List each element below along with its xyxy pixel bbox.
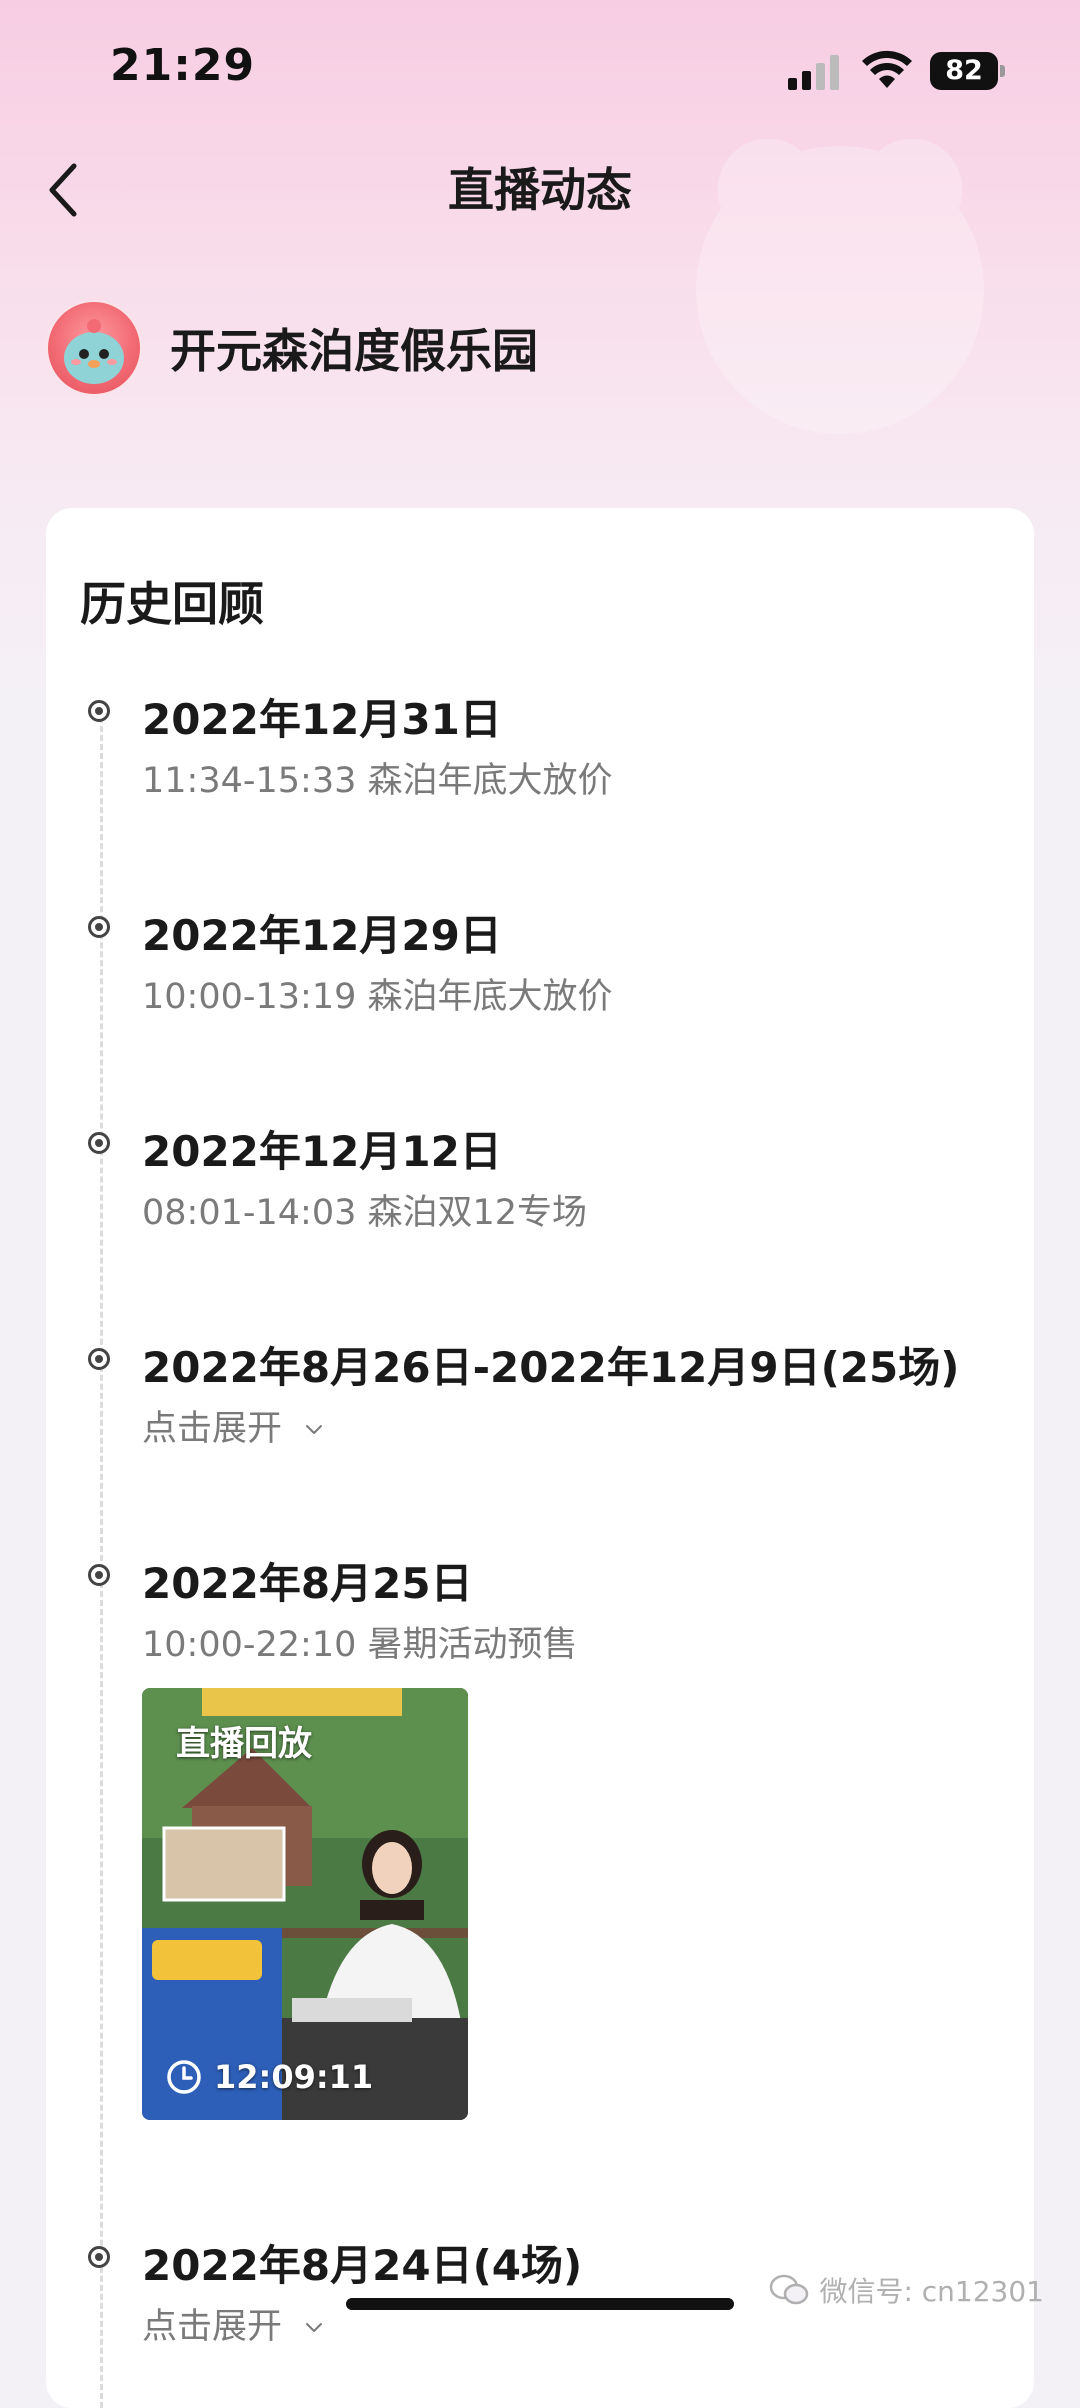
chevron-down-icon <box>306 1425 323 1434</box>
home-indicator[interactable] <box>346 2298 734 2310</box>
timeline-detail: 08:01-14:03 森泊双12专场 <box>142 1193 588 1233</box>
expand-toggle[interactable]: 点击展开 <box>142 1400 323 1451</box>
back-icon[interactable] <box>40 160 88 220</box>
battery-cap <box>1000 65 1005 77</box>
mascot-avatar-icon <box>64 319 124 384</box>
wechat-watermark: 微信号: cn12301 <box>769 2270 1044 2310</box>
history-card: 历史回顾 2022年12月31日 11:34-15:33 森泊年底大放价 202… <box>46 508 1034 2408</box>
expand-toggle[interactable]: 点击展开 <box>142 2298 323 2349</box>
timeline-line <box>100 708 103 2408</box>
status-time: 21:29 <box>110 40 256 91</box>
battery-level: 82 <box>930 52 998 90</box>
timeline-date: 2022年8月24日(4场) <box>142 2241 583 2290</box>
account-header[interactable]: 开元森泊度假乐园 <box>46 300 538 396</box>
timeline-date: 2022年8月26日-2022年12月9日(25场) <box>142 1343 960 1392</box>
chevron-down-icon <box>306 2323 323 2332</box>
clock-icon <box>167 2060 201 2094</box>
timeline-date: 2022年12月29日 <box>142 911 502 960</box>
replay-duration-text: 12:09:11 <box>214 2058 374 2096</box>
expand-label: 点击展开 <box>142 1409 283 1449</box>
wechat-icon <box>770 2274 809 2305</box>
watermark-text: 微信号: cn12301 <box>819 2275 1044 2308</box>
timeline-dot-icon <box>88 1564 110 1586</box>
avatar <box>46 300 142 396</box>
timeline-date: 2022年8月25日 <box>142 1559 473 1608</box>
replay-duration: 12:09:11 <box>166 2058 373 2096</box>
section-title: 历史回顾 <box>80 577 264 631</box>
replay-video-thumbnail[interactable]: 直播回放 12:09:11 <box>142 1688 468 2120</box>
expand-label: 点击展开 <box>142 2307 283 2347</box>
timeline-detail: 10:00-22:10 暑期活动预售 <box>142 1625 578 1665</box>
page-title: 直播动态 <box>448 163 632 217</box>
account-name: 开元森泊度假乐园 <box>170 324 538 378</box>
cellular-signal-icon <box>788 55 839 90</box>
timeline-dot-icon <box>88 1132 110 1154</box>
status-bar: 21:29 82 <box>0 0 1080 140</box>
timeline-date: 2022年12月31日 <box>142 695 502 744</box>
timeline-detail: 10:00-13:19 森泊年底大放价 <box>142 977 613 1017</box>
timeline-dot-icon <box>88 2246 110 2268</box>
timeline-dot-icon <box>88 700 110 722</box>
timeline-date: 2022年12月12日 <box>142 1127 502 1176</box>
timeline-dot-icon <box>88 916 110 938</box>
battery-indicator: 82 <box>930 52 1006 90</box>
replay-label: 直播回放 <box>176 1724 312 1764</box>
wifi-icon <box>862 50 912 88</box>
timeline-detail: 11:34-15:33 森泊年底大放价 <box>142 761 613 801</box>
timeline-dot-icon <box>88 1348 110 1370</box>
